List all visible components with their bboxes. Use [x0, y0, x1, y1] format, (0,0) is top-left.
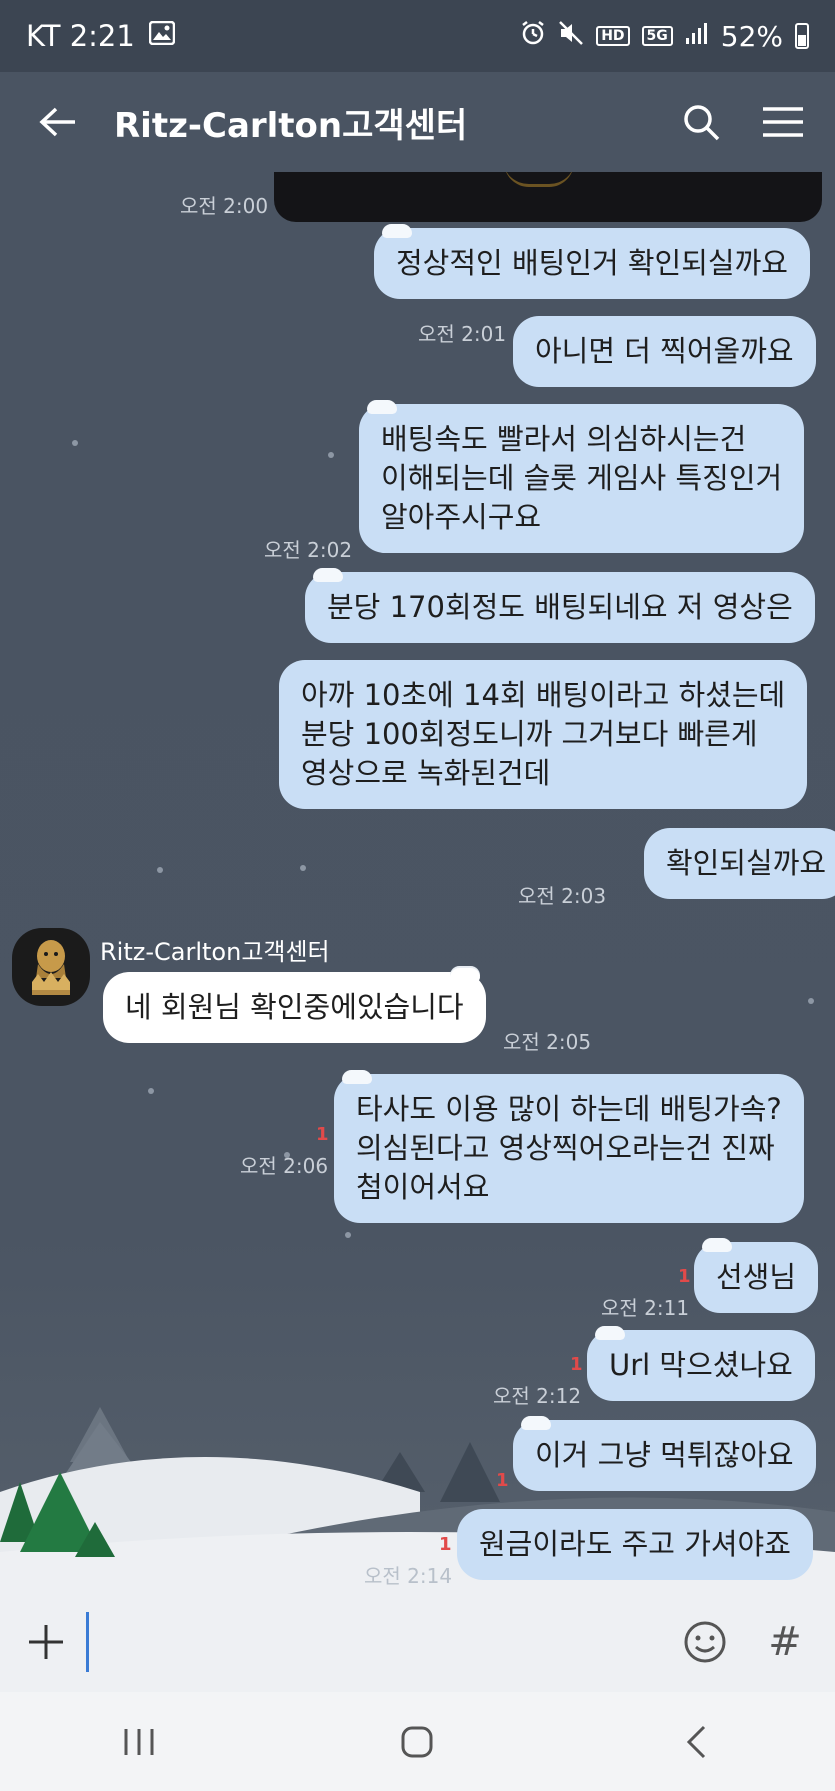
snow-dot	[72, 440, 78, 446]
snow-dot	[328, 452, 334, 458]
message-line: 영상으로 녹화된건데	[301, 756, 551, 790]
unread-count: 1	[570, 1354, 583, 1375]
message-time: 오전 2:12	[493, 1384, 582, 1408]
unread-count: 1	[496, 1470, 509, 1491]
message-time: 오전 2:03	[518, 884, 607, 908]
outgoing-message[interactable]: 확인되실까요	[644, 828, 835, 899]
outgoing-message[interactable]: 배팅속도 빨라서 의심하시는건 이해되는데 슬롯 게임사 특징인거 알아주시구요	[359, 400, 805, 553]
back-arrow-icon[interactable]	[28, 92, 88, 152]
battery-percent: 52%	[720, 19, 783, 53]
plus-icon[interactable]	[16, 1612, 76, 1672]
message-line: 첨이어서요	[356, 1170, 490, 1204]
message-line: 배팅속도 빨라서 의심하시는건	[381, 422, 747, 456]
incoming-message[interactable]: 네 회원님 확인중에있습니다	[103, 968, 486, 1043]
outgoing-message[interactable]: 아까 10초에 14회 배팅이라고 하셨는데 분당 100회정도니까 그거보다 …	[279, 660, 808, 809]
image-message[interactable]	[274, 172, 822, 222]
message-time: 오전 2:14	[364, 1564, 453, 1588]
outgoing-message[interactable]: Url 막으셨나요	[587, 1326, 815, 1401]
chat-header: Ritz-Carlton고객센터	[0, 72, 835, 172]
message-line: 타사도 이용 많이 하는데 배팅가속?	[356, 1092, 782, 1126]
hd-voice-icon: HD	[596, 26, 630, 46]
snow-dot	[148, 1088, 154, 1094]
unread-count: 1	[678, 1266, 691, 1287]
chat-title: Ritz-Carlton고객센터	[114, 105, 468, 146]
hash-icon[interactable]: #	[755, 1612, 815, 1672]
outgoing-message[interactable]: 아니면 더 찍어올까요	[513, 316, 816, 387]
status-bar: KT 2:21 HD 5G 52%	[0, 0, 835, 72]
avatar[interactable]	[12, 928, 90, 1006]
message-input-bar: #	[0, 1592, 835, 1692]
outgoing-message[interactable]: 선생님	[694, 1238, 819, 1313]
lion-crown-logo-icon	[32, 940, 70, 995]
unread-count: 1	[316, 1124, 329, 1145]
gallery-notification-icon	[148, 20, 176, 51]
message-line: 알아주시구요	[381, 500, 542, 534]
message-time: 오전 2:02	[264, 538, 353, 562]
message-line: 아까 10초에 14회 배팅이라고 하셨는데	[301, 678, 786, 712]
message-time: 오전 2:00	[180, 194, 269, 218]
carrier-time: KT 2:21	[26, 19, 135, 53]
snow-dot	[808, 998, 814, 1004]
home-icon[interactable]	[377, 1712, 457, 1772]
message-time: 오전 2:06	[240, 1154, 329, 1178]
message-line: 의심된다고 영상찍어오라는건 진짜	[356, 1131, 775, 1165]
search-icon[interactable]	[671, 92, 731, 152]
system-nav-bar	[0, 1692, 835, 1791]
snow-dot	[345, 1232, 351, 1238]
emoji-icon[interactable]	[675, 1612, 735, 1672]
mute-icon	[558, 20, 584, 52]
outgoing-message[interactable]: 정상적인 배팅인거 확인되실까요	[374, 224, 810, 299]
battery-icon	[795, 23, 809, 49]
outgoing-message[interactable]: 원금이라도 주고 가셔야죠	[457, 1509, 813, 1580]
menu-icon[interactable]	[753, 92, 813, 152]
chat-area[interactable]: 오전 2:00 정상적인 배팅인거 확인되실까요 오전 2:01 아니면 더 찍…	[0, 172, 835, 1592]
nav-back-icon[interactable]	[656, 1712, 736, 1772]
snow-dot	[300, 865, 306, 871]
signal-icon	[685, 21, 709, 51]
message-time: 오전 2:11	[601, 1296, 690, 1320]
unread-count: 1	[439, 1534, 452, 1555]
message-time: 오전 2:05	[503, 1030, 592, 1054]
outgoing-message[interactable]: 타사도 이용 많이 하는데 배팅가속? 의심된다고 영상찍어오라는건 진짜 첨이…	[334, 1070, 804, 1223]
message-line: 이해되는데 슬롯 게임사 특징인거	[381, 461, 783, 495]
snow-dot	[157, 867, 163, 873]
5g-icon: 5G	[641, 26, 673, 46]
message-input[interactable]	[86, 1612, 675, 1672]
recent-apps-icon[interactable]	[99, 1712, 179, 1772]
alarm-icon	[520, 20, 546, 52]
sender-name: Ritz-Carlton고객센터	[100, 938, 330, 966]
message-time: 오전 2:01	[418, 322, 507, 346]
outgoing-message[interactable]: 이거 그냥 먹튀잖아요	[513, 1416, 816, 1491]
outgoing-message[interactable]: 분당 170회정도 배팅되네요 저 영상은	[305, 568, 815, 643]
message-line: 분당 100회정도니까 그거보다 빠른게	[301, 717, 758, 751]
